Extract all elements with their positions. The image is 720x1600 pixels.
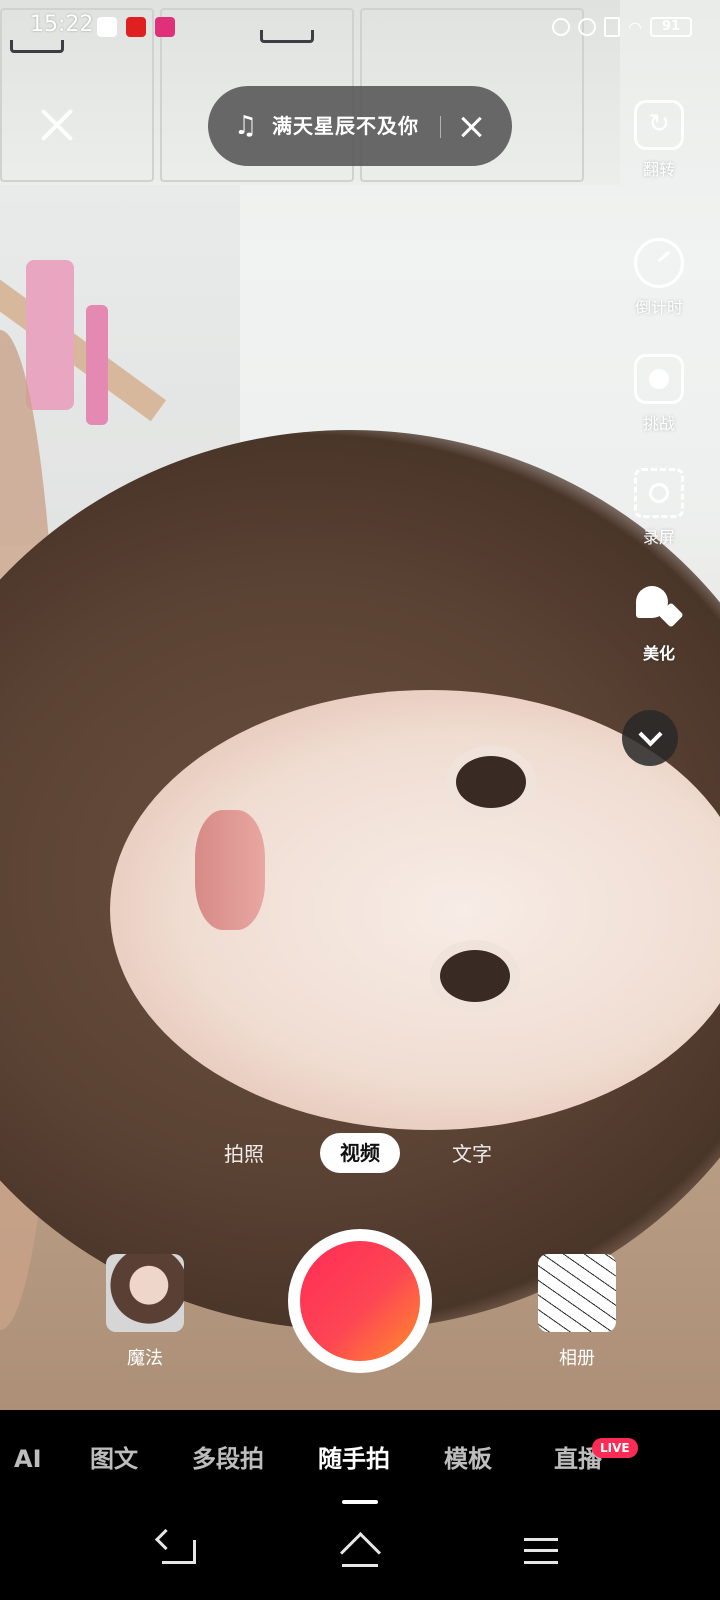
status-icons: ◠ 91 <box>552 14 692 40</box>
countdown-label: 倒计时 <box>634 298 683 317</box>
tab-multi-segment[interactable]: 多段拍 <box>192 1442 264 1476</box>
mute-icon <box>578 18 597 36</box>
music-note-icon: ♫ <box>234 111 258 141</box>
challenge-label: 挑战 <box>642 414 675 433</box>
music-remove-icon[interactable] <box>460 116 482 138</box>
background-pink-item <box>26 260 74 410</box>
mode-text[interactable]: 文字 <box>452 1139 492 1169</box>
scene-label: 录屏 <box>642 528 675 547</box>
active-tab-indicator <box>342 1500 378 1504</box>
flip-camera-icon <box>634 100 684 150</box>
music-title[interactable]: 满天星辰不及你 <box>272 112 419 140</box>
camera-viewfinder[interactable] <box>0 0 720 1410</box>
beautify-button[interactable]: 美化 <box>624 584 694 664</box>
background-pink-item <box>86 305 108 425</box>
subject-lips <box>195 810 265 930</box>
bilibili-app-icon <box>155 17 175 37</box>
home-icon[interactable] <box>338 1536 382 1568</box>
close-icon[interactable] <box>36 104 78 146</box>
music-selector[interactable]: ♫ 满天星辰不及你 <box>208 86 512 166</box>
mode-video-active[interactable]: 视频 <box>320 1133 400 1173</box>
album-label: 相册 <box>559 1348 595 1369</box>
challenge-icon <box>634 354 684 404</box>
system-navigation-bar <box>0 1510 720 1600</box>
album-thumbnail[interactable] <box>538 1254 616 1332</box>
scene-button[interactable]: 录屏 <box>624 468 694 548</box>
live-badge: LIVE <box>592 1438 638 1458</box>
flip-camera-label: 翻转 <box>642 160 675 179</box>
record-button-inner <box>300 1241 420 1361</box>
back-icon[interactable] <box>162 1540 196 1564</box>
capture-mode-selector: 拍照 视频 文字 <box>0 1133 720 1177</box>
bottom-mode-tabs: AI 图文 多段拍 随手拍 模板 直播 LIVE <box>0 1410 720 1510</box>
sim-icon <box>604 17 621 37</box>
magic-label: 魔法 <box>127 1348 163 1369</box>
timer-icon <box>634 238 684 288</box>
tab-image-text[interactable]: 图文 <box>90 1442 138 1476</box>
flip-camera-button[interactable]: 翻转 <box>624 100 694 180</box>
recent-apps-icon[interactable] <box>524 1538 558 1564</box>
subject-eye <box>440 950 510 1002</box>
red-app-icon <box>126 17 146 37</box>
music-divider <box>440 116 441 138</box>
battery-icon: 91 <box>650 17 692 37</box>
alarm-icon <box>552 18 571 36</box>
tab-ai[interactable]: AI <box>14 1442 42 1476</box>
beautify-icon <box>634 584 684 634</box>
expand-tools-button[interactable] <box>622 710 678 766</box>
scene-icon <box>634 468 684 518</box>
mode-photo[interactable]: 拍照 <box>224 1139 264 1169</box>
challenge-button[interactable]: 挑战 <box>624 354 694 434</box>
beautify-label: 美化 <box>642 644 675 663</box>
status-bar: 15:22 ◠ 91 <box>0 0 720 56</box>
tab-quick-shoot[interactable]: 随手拍 <box>318 1442 390 1476</box>
status-time: 15:22 <box>30 12 94 37</box>
wifi-icon: ◠ <box>628 17 642 37</box>
record-button[interactable] <box>288 1229 432 1373</box>
magic-effects-thumbnail[interactable] <box>106 1254 184 1332</box>
baidu-app-icon <box>97 17 117 37</box>
countdown-button[interactable]: 倒计时 <box>624 238 694 318</box>
subject-eye <box>456 756 526 808</box>
tab-template[interactable]: 模板 <box>444 1442 492 1476</box>
